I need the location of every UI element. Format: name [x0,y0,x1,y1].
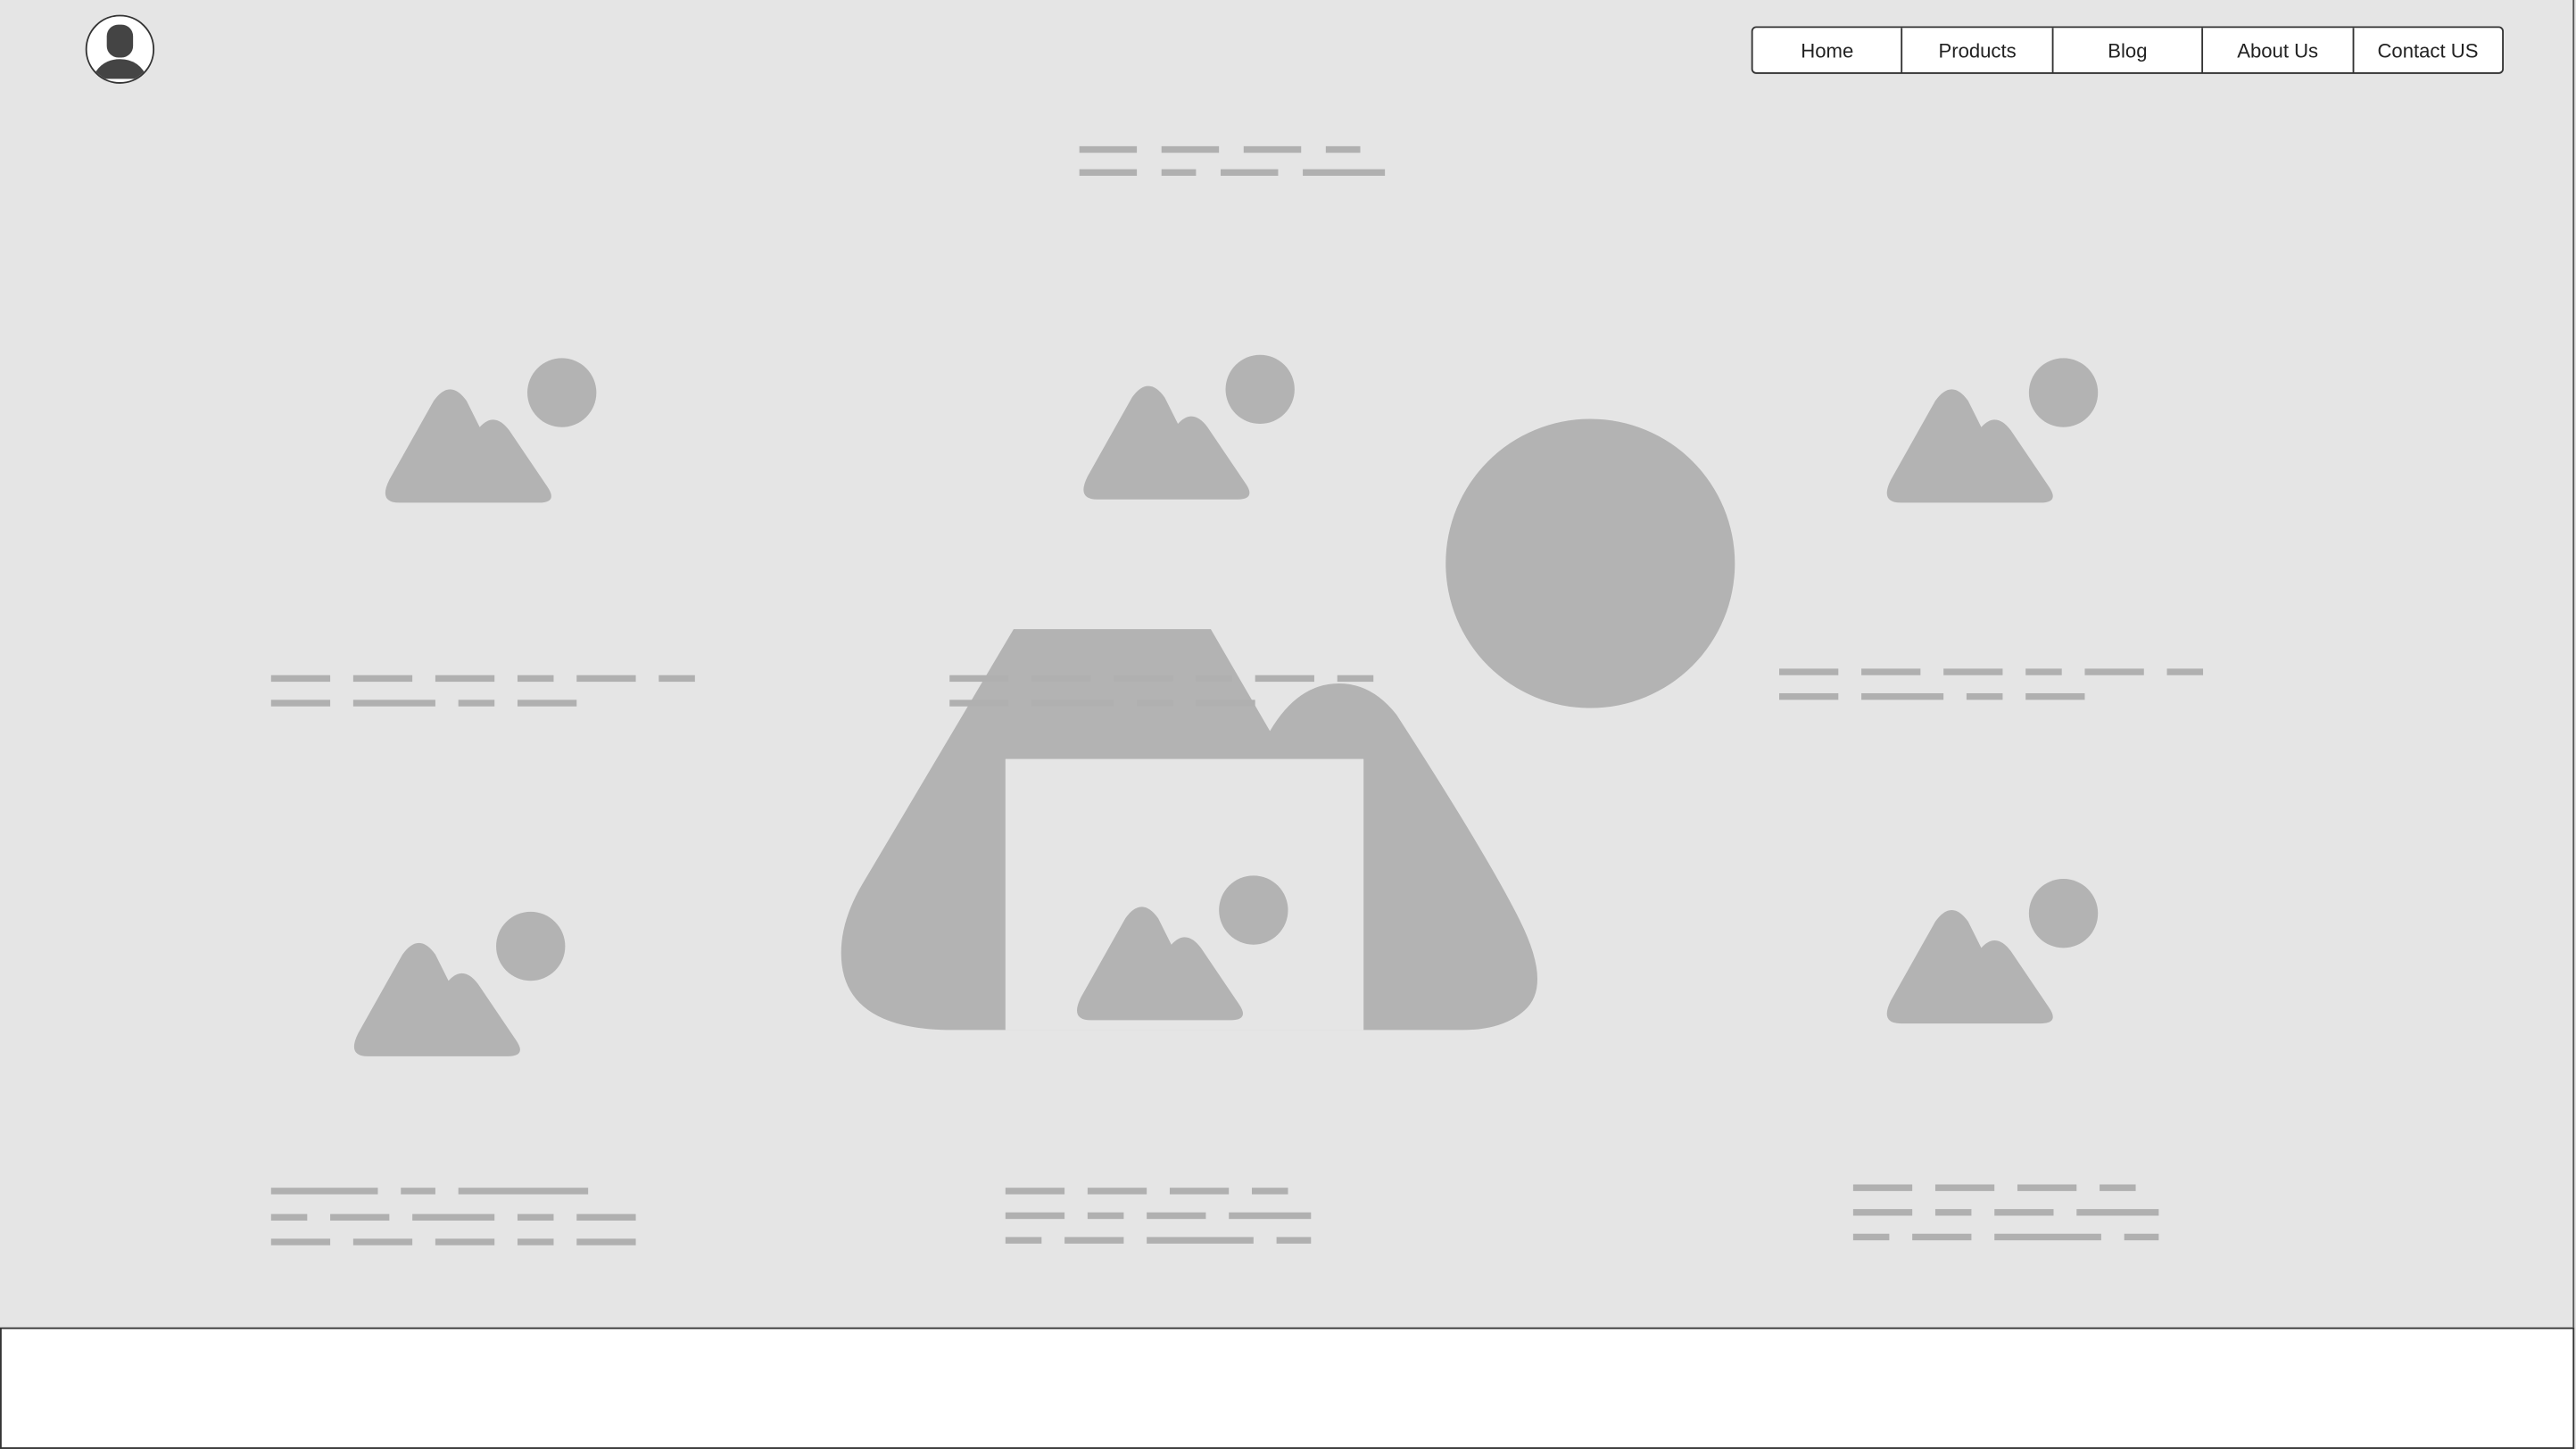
text-placeholder-line [1994,1233,2101,1241]
text-placeholder-line [330,1213,390,1221]
text-placeholder-line [435,675,495,683]
text-placeholder-line [270,700,331,707]
text-placeholder-line [1196,700,1255,707]
text-placeholder-line [1005,1212,1065,1220]
text-placeholder-line [2017,1184,2077,1191]
text-placeholder-line [1196,675,1232,683]
text-placeholder-line [1114,675,1173,683]
text-placeholder-line [401,1188,435,1195]
text-placeholder-line [517,1213,554,1221]
text-placeholder-line [576,675,636,683]
text-placeholder-line [1005,1237,1042,1244]
text-placeholder-line [1087,1188,1147,1195]
text-placeholder-line [270,675,331,683]
image-icon [385,358,597,503]
text-placeholder-line [1251,1188,1288,1195]
image-icon [1076,875,1288,1021]
image-icon [1083,354,1295,500]
text-placeholder-line [270,1238,331,1246]
text-placeholder-line [1161,169,1197,177]
text-placeholder-line [458,700,495,707]
text-placeholder-line [949,675,1009,683]
text-placeholder-line [1161,145,1220,153]
text-placeholder-line [1087,1212,1124,1220]
text-placeholder-line [1934,1184,1995,1191]
hero-image-icon [841,418,1735,1031]
text-placeholder-line [658,675,695,683]
text-placeholder-line [1912,1233,1972,1241]
text-placeholder-line [2084,668,2144,675]
text-placeholder-line [1852,1209,1913,1216]
text-placeholder-line [435,1238,495,1246]
text-placeholder-line [1221,169,1279,177]
text-placeholder-line [1079,169,1138,177]
text-placeholder-line [1276,1237,1312,1244]
text-placeholder-line [576,1238,636,1246]
text-placeholder-line [352,675,413,683]
text-placeholder-line [1079,145,1138,153]
text-placeholder-line [949,700,1009,707]
image-icon [1886,358,2099,503]
text-placeholder-line [1966,692,2003,700]
text-placeholder-line [1147,1237,1254,1244]
text-placeholder-line [1943,668,2003,675]
text-placeholder-line [1243,145,1302,153]
text-placeholder-line [1779,692,1839,700]
text-placeholder-line [576,1213,636,1221]
text-placeholder-line [2025,692,2085,700]
text-placeholder-line [1325,145,1361,153]
text-placeholder-line [1064,1237,1124,1244]
text-placeholder-line [1005,1188,1065,1195]
text-placeholder-line [1861,692,1944,700]
text-placeholder-line [517,1238,554,1246]
text-placeholder-line [1303,169,1386,177]
text-placeholder-line [1861,668,1921,675]
text-placeholder-line [270,1188,378,1195]
text-placeholder-line [352,1238,413,1246]
text-placeholder-line [2076,1209,2159,1216]
text-placeholder-line [1229,1212,1312,1220]
text-placeholder-line [2124,1233,2159,1241]
image-icon [1886,879,2099,1024]
text-placeholder-line [1934,1209,1972,1216]
text-placeholder-line [1779,668,1839,675]
footer [0,1327,2575,1449]
text-placeholder-line [1255,675,1314,683]
page: Home Products Blog About Us Contact US [0,0,2576,1449]
text-placeholder-line [352,700,435,707]
text-placeholder-line [517,700,577,707]
text-placeholder-line [1852,1184,1913,1191]
text-placeholder-line [458,1188,589,1195]
text-placeholder-line [517,675,554,683]
text-placeholder-line [2166,668,2204,675]
text-placeholder-line [1169,1188,1230,1195]
text-placeholder-line [1337,675,1374,683]
text-placeholder-line [1147,1212,1206,1220]
text-placeholder-line [1031,700,1114,707]
text-placeholder-line [1137,700,1173,707]
text-placeholder-line [2100,1184,2136,1191]
text-placeholder-line [1031,675,1091,683]
text-placeholder-line [2025,668,2062,675]
text-placeholder-line [412,1213,495,1221]
text-placeholder-line [1994,1209,2054,1216]
text-placeholder-line [1852,1233,1890,1241]
image-icon [353,911,566,1056]
text-placeholder-line [270,1213,308,1221]
